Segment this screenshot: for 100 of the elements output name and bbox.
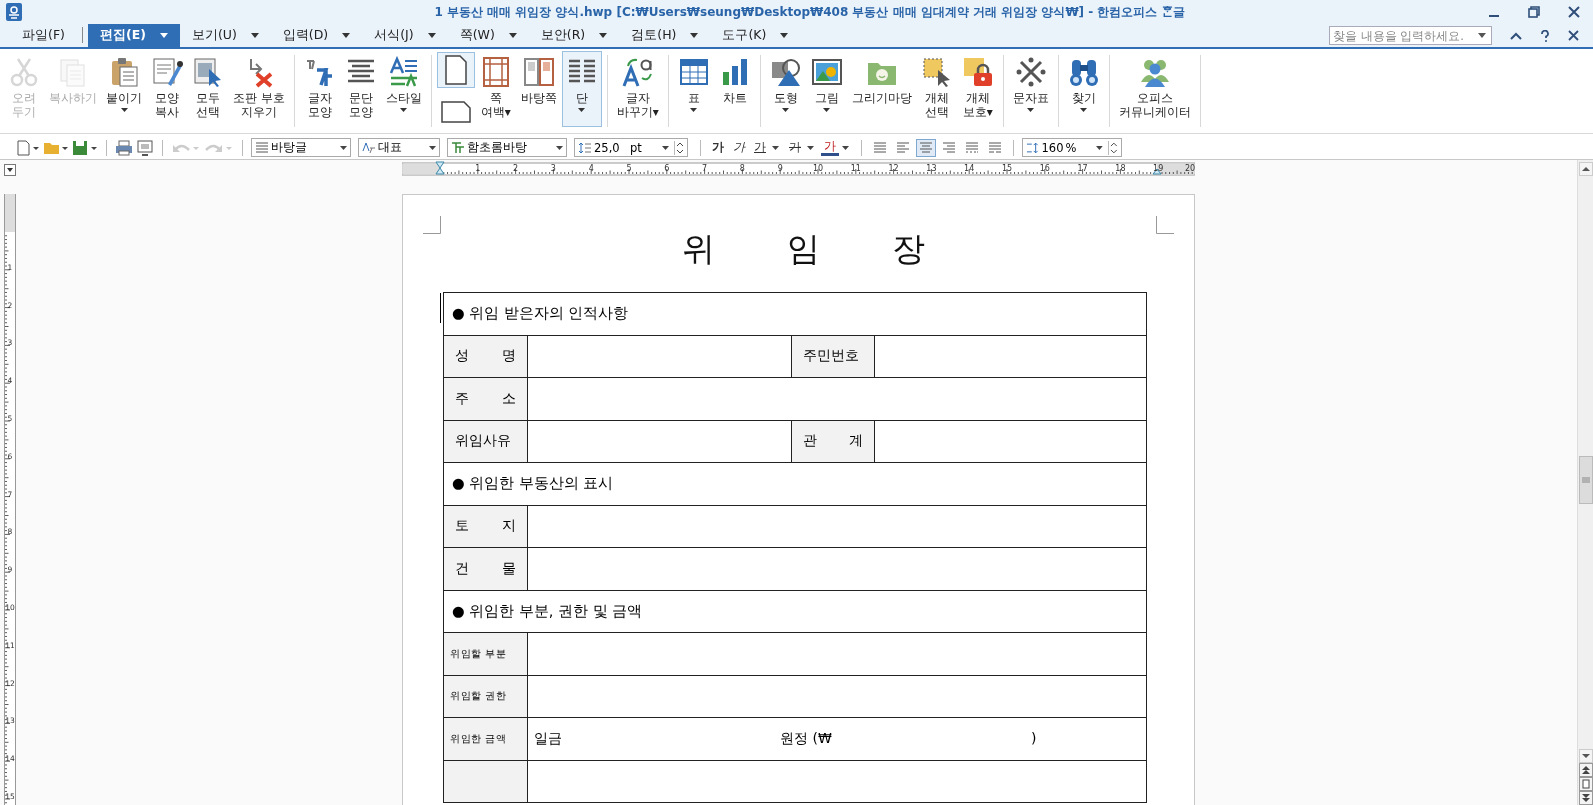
format-button[interactable]: 가 (786, 139, 804, 156)
scissors-icon (8, 56, 40, 88)
close-icon[interactable] (1568, 30, 1579, 41)
print-icon[interactable] (115, 139, 133, 156)
collapse-ribbon-icon[interactable] (1510, 30, 1522, 41)
table-cell[interactable] (527, 505, 1147, 548)
table-cell[interactable] (527, 377, 1147, 420)
menu-tab[interactable]: 서식(J) (362, 24, 448, 47)
table-cell[interactable] (527, 547, 1147, 590)
ribbon-button[interactable]: 찾기 (1063, 51, 1104, 127)
section-heading: ● 위임한 부동산의 표시 (443, 462, 1147, 505)
ribbon-button[interactable]: 붙이기 (102, 51, 146, 127)
format-button[interactable]: 가 (730, 139, 748, 156)
portrait-page-icon (443, 55, 468, 85)
vertical-ruler[interactable] (3, 194, 17, 805)
ribbon-button[interactable]: 오피스 커뮤니케이터 (1114, 51, 1195, 127)
format-button[interactable]: 가 (821, 139, 839, 156)
spinner-icon[interactable] (674, 140, 684, 155)
section-heading: ● 위임 받은자의 인적사항 (443, 292, 1147, 335)
ruler[interactable] (402, 161, 1195, 179)
table-cell[interactable] (527, 632, 1147, 675)
app-icon (6, 3, 22, 21)
scrollbar-thumb[interactable] (1578, 456, 1593, 504)
font-dropdown[interactable]: 함초롬바탕 (447, 138, 567, 157)
lock-note-icon (961, 56, 994, 88)
menu-tab[interactable]: 파일(F) (10, 24, 77, 47)
caret-icon[interactable] (842, 145, 849, 150)
line-spacing-field[interactable]: 160 % (1022, 138, 1122, 157)
ribbon-button[interactable]: 그리기마당 (847, 51, 916, 127)
caret-icon (429, 145, 436, 150)
table-cell: 위임할 권한 (443, 675, 528, 718)
table-cell[interactable] (527, 675, 1147, 718)
ruler-number: 9 (777, 164, 783, 173)
caret-icon[interactable] (772, 145, 779, 150)
corner-mark (423, 216, 441, 234)
menu-tab[interactable]: 도구(K) (710, 24, 801, 47)
ribbon-button[interactable]: 조판 부호 지우기 (229, 51, 289, 127)
table-cell[interactable] (527, 760, 1147, 803)
next-page-icon[interactable] (1578, 791, 1593, 805)
ribbon-button[interactable]: 단 (561, 51, 602, 127)
table-cell[interactable] (527, 335, 792, 378)
font-size-field[interactable]: 25,0 pt (574, 138, 688, 157)
page-button[interactable] (436, 52, 475, 88)
ribbon-button[interactable]: 스타일 (381, 51, 426, 127)
ruler-number: 2 (513, 164, 519, 173)
ruler-number: 14 (964, 164, 975, 173)
corner-mark (1156, 216, 1174, 234)
caret-icon (508, 33, 517, 38)
ribbon-button[interactable]: 문단 모양 (340, 51, 381, 127)
menu-tab[interactable]: 입력(D) (270, 24, 363, 47)
line-spacing-icon (1026, 141, 1040, 154)
ribbon-button[interactable]: 모두 선택 (188, 51, 228, 127)
caret-icon (1080, 108, 1088, 112)
ribbon-button[interactable]: 바탕쪽 (516, 51, 561, 127)
table-cell[interactable] (874, 420, 1147, 463)
ribbon-button[interactable]: 표 (673, 51, 714, 127)
scroll-up-icon[interactable] (1578, 162, 1593, 176)
previous-page-icon[interactable] (1578, 763, 1593, 777)
menu-tab[interactable]: 보기(U) (179, 24, 271, 47)
shapes-icon (769, 56, 802, 88)
search-field[interactable]: 찾을 내용을 입력하세요. (1329, 26, 1492, 45)
align-button[interactable] (916, 138, 936, 157)
close-icon[interactable] (1567, 5, 1581, 19)
caret-icon (250, 33, 259, 38)
menu-tab[interactable]: 쪽(W) (447, 24, 529, 47)
style-dropdown[interactable]: 바탕글 (251, 138, 351, 157)
ribbon-button[interactable]: 그림 (806, 51, 847, 127)
ribbon-button[interactable]: 글자 바꾸기▾ (612, 51, 663, 127)
help-icon[interactable] (1540, 29, 1550, 42)
menu-tab[interactable]: 보안(R) (528, 24, 620, 47)
ruler-toggle-icon[interactable] (4, 164, 16, 176)
spinner-icon[interactable] (1108, 140, 1118, 155)
format-button[interactable]: 가 (709, 139, 727, 156)
brush-page-icon (151, 56, 183, 88)
ribbon-button[interactable]: 도형 (765, 51, 806, 127)
asterisk-icon (1014, 56, 1047, 88)
save-icon[interactable] (72, 139, 98, 156)
amount-text: 원정 (₩ (780, 729, 833, 748)
new-document-icon[interactable] (16, 139, 40, 156)
ribbon-button[interactable]: 쪽 여백▾ (475, 51, 516, 127)
table-cell[interactable] (874, 335, 1147, 378)
menu-tab[interactable]: 편집(E) (87, 24, 180, 47)
ribbon-button[interactable]: 문자표 (1008, 51, 1053, 127)
caret-icon (823, 108, 831, 112)
preview-icon[interactable] (136, 139, 154, 156)
font-icon (451, 141, 465, 154)
ribbon-button[interactable]: 모양 복사 (147, 51, 187, 127)
language-dropdown[interactable]: 대표 (358, 138, 440, 157)
table-cell[interactable] (527, 420, 792, 463)
format-button[interactable]: 가 (751, 139, 769, 156)
caret-icon[interactable] (807, 145, 814, 150)
scroll-down-icon[interactable] (1578, 749, 1593, 763)
ribbon-button[interactable]: 차트 (714, 51, 755, 127)
ribbon-button[interactable]: 개체 보호▾ (957, 51, 998, 127)
ribbon-button[interactable]: 개체 선택 (916, 51, 957, 127)
restore-icon[interactable] (1527, 5, 1541, 19)
caret-icon (1027, 108, 1035, 112)
ribbon-button[interactable]: 글자 모양 (299, 51, 340, 127)
menu-tab[interactable]: 검토(H) (619, 24, 711, 47)
image-icon (810, 56, 843, 88)
